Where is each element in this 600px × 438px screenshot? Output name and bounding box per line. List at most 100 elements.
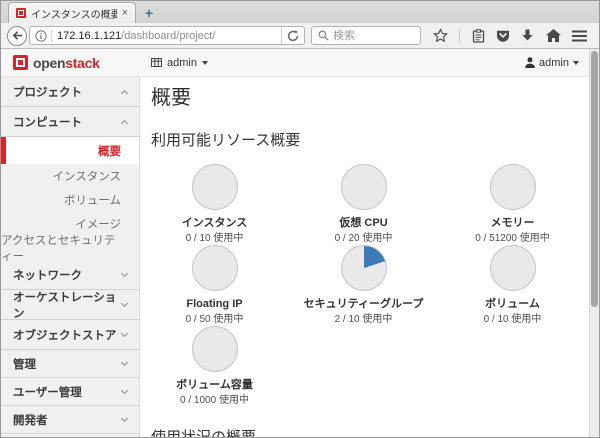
- back-button[interactable]: [7, 26, 27, 46]
- info-icon[interactable]: [30, 30, 51, 42]
- sidebar-item-project[interactable]: プロジェクト: [1, 77, 139, 107]
- bookmark-star-button[interactable]: [433, 28, 448, 43]
- menu-icon: [572, 30, 587, 42]
- search-input[interactable]: [333, 30, 403, 42]
- openstack-brand[interactable]: openstack: [13, 55, 100, 71]
- url-text: 172.16.1.121/dashboard/project/: [52, 30, 281, 42]
- url-path: /dashboard/project/: [121, 30, 215, 42]
- quota-caption: 0 / 20 使用中: [335, 233, 393, 245]
- sidebar-item-label: 開発者: [13, 412, 48, 428]
- back-icon: [12, 30, 23, 41]
- toolbar-actions: [427, 28, 593, 43]
- sidebar-item-object-store[interactable]: オブジェクトストア: [1, 320, 139, 350]
- scrollbar-thumb[interactable]: [591, 51, 598, 307]
- user-menu[interactable]: admin: [525, 57, 579, 69]
- quota-pie-chart: [192, 245, 238, 291]
- quota-caption: 0 / 10 使用中: [484, 314, 542, 326]
- quota-pie-chart: [490, 245, 536, 291]
- sidebar-item-label: 管理: [13, 356, 36, 372]
- sidebar-item-label: ユーザー管理: [13, 384, 82, 400]
- chevron-icon: [121, 386, 128, 393]
- sidebar-item-label: コンピュート: [13, 114, 82, 130]
- sidebar-item-orchestration[interactable]: オーケストレーション: [1, 290, 139, 320]
- quota-label: 仮想 CPU: [339, 217, 387, 230]
- caret-down-icon: [573, 61, 579, 65]
- caret-down-icon: [202, 61, 208, 65]
- tab-title: インスタンスの概要 ...: [31, 6, 117, 21]
- user-menu-label: admin: [539, 57, 569, 69]
- vertical-scrollbar[interactable]: [589, 49, 599, 437]
- chevron-icon: [121, 299, 128, 306]
- sidebar-item-label: オブジェクトストア: [13, 327, 117, 343]
- sidebar-item-network[interactable]: ネットワーク: [1, 260, 139, 290]
- main-panel: 概要 利用可能リソース概要 インスタンス 0 / 10 使用中 仮想 CPU 0…: [140, 77, 599, 437]
- sidebar-item-label: イメージ: [75, 216, 121, 232]
- tab-bar: インスタンスの概要 ... × +: [1, 1, 599, 23]
- sidebar-item-identity[interactable]: ユーザー管理: [1, 378, 139, 406]
- sidebar-nav: プロジェクト コンピュート 概要 インスタンス ボリューム イメージ アクセスと…: [1, 77, 140, 437]
- chevron-icon: [121, 329, 128, 336]
- section-title-usage-summary: 使用状況の概要: [151, 426, 599, 437]
- home-button[interactable]: [546, 29, 561, 42]
- grid-icon: [151, 58, 162, 67]
- star-icon: [433, 28, 448, 43]
- downloads-button[interactable]: [521, 29, 534, 42]
- url-bar[interactable]: 172.16.1.121/dashboard/project/: [29, 26, 305, 45]
- chevron-icon: [121, 89, 128, 96]
- sidebar-item-label: 概要: [98, 143, 121, 159]
- quota-caption: 0 / 1000 使用中: [180, 395, 249, 407]
- brand-text: openstack: [33, 55, 100, 71]
- sidebar-item-label: オーケストレーション: [13, 289, 122, 321]
- tab-close-icon[interactable]: ×: [122, 8, 128, 19]
- sidebar-item-compute[interactable]: コンピュート: [1, 107, 139, 137]
- download-icon: [521, 29, 534, 42]
- quota-grid: インスタンス 0 / 10 使用中 仮想 CPU 0 / 20 使用中 メモリー…: [140, 164, 599, 407]
- content: プロジェクト コンピュート 概要 インスタンス ボリューム イメージ アクセスと…: [1, 77, 599, 437]
- quota-cell-volumes: ボリューム 0 / 10 使用中: [438, 245, 587, 326]
- section-title-available-resources: 利用可能リソース概要: [151, 129, 599, 150]
- sidebar-item-admin[interactable]: 管理: [1, 350, 139, 378]
- quota-label: Floating IP: [186, 298, 242, 311]
- quota-cell-floating-ips: Floating IP 0 / 50 使用中: [140, 245, 289, 326]
- quota-cell-instances: インスタンス 0 / 10 使用中: [140, 164, 289, 245]
- sidebar-item-developer[interactable]: 開発者: [1, 406, 139, 434]
- openstack-logo: [13, 55, 28, 70]
- quota-label: インスタンス: [182, 217, 248, 230]
- search-icon: [318, 30, 329, 41]
- chevron-icon: [121, 119, 128, 126]
- browser-tab[interactable]: インスタンスの概要 ... ×: [8, 2, 136, 23]
- openstack-favicon-icon: [16, 8, 26, 18]
- sidebar-item-instances[interactable]: インスタンス: [1, 164, 139, 188]
- quota-cell-security-groups: セキュリティーグループ 2 / 10 使用中: [289, 245, 438, 326]
- quota-label: ボリューム: [485, 298, 540, 311]
- bookmarks-menu-button[interactable]: [472, 29, 485, 43]
- new-tab-button[interactable]: +: [145, 6, 153, 20]
- quota-caption: 0 / 50 使用中: [186, 314, 244, 326]
- toolbar-divider: [459, 29, 460, 43]
- quota-pie-chart: [341, 164, 387, 210]
- navigation-toolbar: 172.16.1.121/dashboard/project/: [1, 23, 599, 49]
- reload-button[interactable]: [281, 27, 304, 44]
- quota-label: メモリー: [491, 217, 535, 230]
- pocket-icon: [496, 29, 510, 43]
- user-icon: [525, 57, 535, 68]
- quota-pie-chart: [192, 164, 238, 210]
- project-menu[interactable]: admin: [151, 57, 208, 69]
- pocket-button[interactable]: [496, 29, 510, 43]
- sidebar-item-label: プロジェクト: [13, 84, 82, 100]
- page: openstack admin admin プロジェクト コンピュート 概要 イ…: [1, 49, 599, 437]
- chevron-icon: [121, 414, 128, 421]
- sidebar-item-access-security[interactable]: アクセスとセキュリティー: [1, 236, 139, 260]
- quota-pie-chart: [192, 326, 238, 372]
- chevron-icon: [121, 358, 128, 365]
- quota-caption: 0 / 51200 使用中: [475, 233, 549, 245]
- sidebar-item-label: ネットワーク: [13, 267, 82, 283]
- project-menu-label: admin: [167, 57, 197, 69]
- menu-button[interactable]: [572, 30, 587, 42]
- browser-window: インスタンスの概要 ... × + 172.16.1.121/dashboard…: [0, 0, 600, 438]
- openstack-header: openstack admin admin: [1, 49, 599, 77]
- reload-icon: [287, 30, 299, 42]
- sidebar-item-overview[interactable]: 概要: [1, 137, 139, 164]
- search-box[interactable]: [311, 26, 421, 45]
- sidebar-item-volumes[interactable]: ボリューム: [1, 188, 139, 212]
